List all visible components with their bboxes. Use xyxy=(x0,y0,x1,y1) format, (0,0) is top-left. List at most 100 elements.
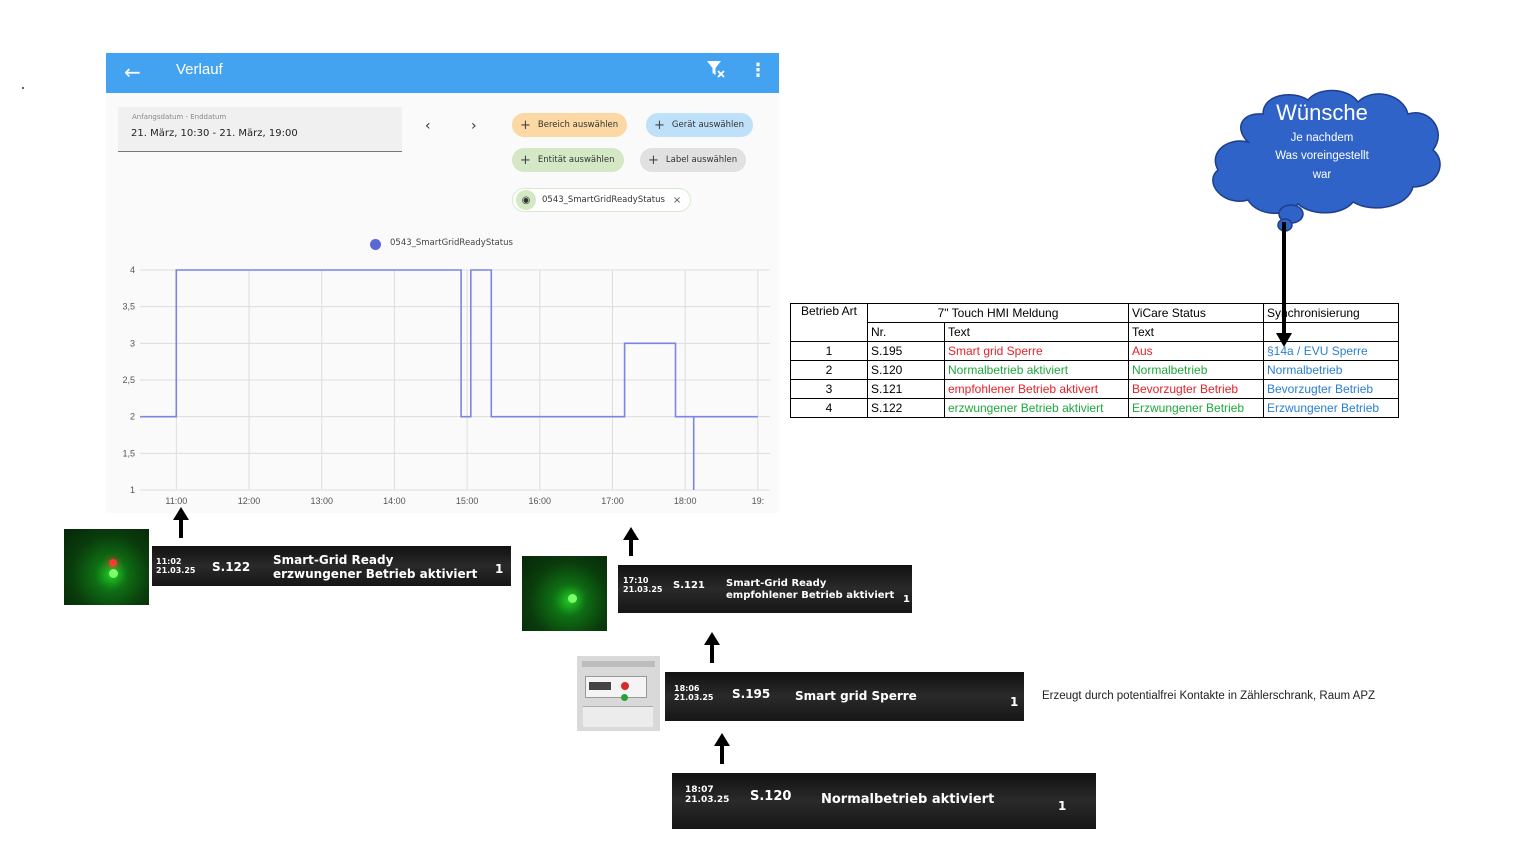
more-menu-icon[interactable]: ⋮ xyxy=(749,60,767,81)
table-header-sync: Synchronisierung xyxy=(1263,303,1399,323)
hmi-line-1: Smart-Grid Ready xyxy=(273,553,394,567)
led-photo-1 xyxy=(64,529,149,605)
x-tick-label: 19: xyxy=(752,496,765,506)
hmi-line-2: erzwungener Betrieb aktiviert xyxy=(273,567,478,581)
entity-chip[interactable]: ◉ 0543_SmartGridReadyStatus × xyxy=(512,188,692,212)
hmi-line-1: Smart-Grid Ready xyxy=(726,578,827,589)
next-period-icon[interactable]: › xyxy=(471,118,477,134)
hmi-date: 21.03.25 xyxy=(156,566,196,575)
table-row: 1 S.195 Smart grid Sperre Aus §14a / EVU… xyxy=(790,341,1399,361)
row-sync: Erzwungener Betrieb xyxy=(1263,398,1399,418)
y-tick-label: 1 xyxy=(130,485,135,495)
x-tick-label: 16:00 xyxy=(529,496,552,506)
row-sync: Normalbetrieb xyxy=(1263,360,1399,380)
history-window: ← Verlauf ⋮ Anfangsdatum - Enddatum 21. … xyxy=(106,53,779,513)
row-text: erzwungener Betrieb aktiviert xyxy=(944,398,1129,418)
select-entity-label: Entität auswählen xyxy=(537,155,615,165)
row-vicare: Erzwungener Betrieb xyxy=(1128,398,1264,418)
select-area-button[interactable]: + Bereich auswählen xyxy=(512,113,628,137)
entity-chip-label: 0543_SmartGridReadyStatus xyxy=(542,195,665,205)
arrow-up-17-line xyxy=(629,538,633,556)
plus-icon: + xyxy=(520,152,531,168)
arrow-up-s121-line xyxy=(710,643,714,663)
hmi-count: 1 xyxy=(903,594,910,605)
green-led xyxy=(109,569,118,578)
hmi-date: 21.03.25 xyxy=(623,585,663,594)
eye-icon: ◉ xyxy=(516,190,536,210)
back-arrow-icon[interactable]: ← xyxy=(124,60,141,84)
select-area-label: Bereich auswählen xyxy=(537,120,619,130)
hmi-time: 17:10 xyxy=(623,576,649,585)
hmi-message-3: 18:06 21.03.25 S.195 Smart grid Sperre 1 xyxy=(665,672,1024,721)
row-sync: §14a / EVU Sperre xyxy=(1263,341,1399,361)
table-header-vicare-text: Text xyxy=(1128,322,1264,342)
x-tick-label: 12:00 xyxy=(238,496,261,506)
legend-marker[interactable] xyxy=(370,239,381,250)
history-chart: 4 3,5 3 2,5 2 1,5 1 11:00 12:00 13:00 14:00 15:00 16… xyxy=(122,265,770,506)
y-tick-label: 3,5 xyxy=(122,302,135,312)
x-tick-label: 18:00 xyxy=(674,496,697,506)
x-tick-label: 11:00 xyxy=(165,496,187,506)
table-header-sync-empty xyxy=(1263,322,1399,342)
hmi-time: 18:06 xyxy=(674,684,700,693)
cloud-line-1: Je nachdem xyxy=(1290,132,1354,144)
row-nr: S.122 xyxy=(867,398,945,418)
row-nr: S.120 xyxy=(867,360,945,380)
date-range-field[interactable]: Anfangsdatum - Enddatum 21. März, 10:30 … xyxy=(118,107,402,152)
row-nr: S.195 xyxy=(867,341,945,361)
y-tick-label: 1,5 xyxy=(122,448,135,458)
prev-period-icon[interactable]: ‹ xyxy=(425,118,431,134)
table-header-vicare: ViCare Status xyxy=(1128,303,1264,323)
red-button xyxy=(621,682,629,690)
arrow-up-s195-line xyxy=(720,744,724,764)
plus-icon: + xyxy=(654,117,665,133)
app-bar: ← Verlauf ⋮ xyxy=(106,53,779,93)
plus-icon: + xyxy=(520,117,531,133)
row-text: Smart grid Sperre xyxy=(944,341,1129,361)
red-led xyxy=(109,559,117,567)
legend-label[interactable]: 0543_SmartGridReadyStatus xyxy=(390,238,513,248)
hmi-count: 1 xyxy=(1058,799,1067,813)
row-art: 1 xyxy=(790,341,868,361)
filter-clear-icon[interactable] xyxy=(706,59,726,84)
hmi-count: 1 xyxy=(1010,695,1019,709)
hmi-date: 21.03.25 xyxy=(685,795,730,805)
hmi-code: S.120 xyxy=(750,789,792,804)
led-photo-2 xyxy=(522,556,607,631)
hmi-date: 21.03.25 xyxy=(674,693,714,702)
hmi-code: S.121 xyxy=(673,580,705,591)
select-device-button[interactable]: + Gerät auswählen xyxy=(646,113,754,137)
arrow-up-11-line xyxy=(179,518,183,538)
row-art: 3 xyxy=(790,379,868,399)
y-tick-label: 2 xyxy=(130,412,135,422)
table-header-text: Text xyxy=(944,322,1129,342)
hmi-time: 11:02 xyxy=(156,557,182,566)
table-row: 3 S.121 empfohlener Betrieb aktivert Bev… xyxy=(790,379,1399,399)
select-label-button[interactable]: + Label auswählen xyxy=(640,148,747,172)
cloud-title: Wünsche xyxy=(1276,100,1368,125)
mode-table: Betrieb Art 7" Touch HMI Meldung ViCare … xyxy=(790,303,1399,418)
hmi-message-4: 18:07 21.03.25 S.120 Normalbetrieb aktivi… xyxy=(672,773,1096,829)
hmi-time: 18:07 xyxy=(685,785,714,795)
select-entity-button[interactable]: + Entität auswählen xyxy=(512,148,624,172)
row-text: empfohlener Betrieb aktivert xyxy=(944,379,1129,399)
note-text: Erzeugt durch potentialfrei Kontakte in … xyxy=(1042,690,1376,702)
row-vicare: Normalbetrieb xyxy=(1128,360,1264,380)
hmi-line-1: Normalbetrieb aktiviert xyxy=(821,792,995,807)
close-icon[interactable]: × xyxy=(673,195,681,206)
select-device-label: Gerät auswählen xyxy=(671,120,745,130)
green-button xyxy=(621,694,628,701)
hmi-code: S.122 xyxy=(212,560,251,574)
row-vicare: Bevorzugter Betrieb xyxy=(1128,379,1264,399)
row-nr: S.121 xyxy=(867,379,945,399)
table-row: 2 S.120 Normalbetrieb aktiviert Normalbe… xyxy=(790,360,1399,380)
plus-icon: + xyxy=(648,152,659,168)
table-header-hmi: 7" Touch HMI Meldung xyxy=(867,303,1129,323)
row-art: 4 xyxy=(790,398,868,418)
table-header-art: Betrieb Art xyxy=(790,303,868,342)
y-tick-label: 4 xyxy=(130,265,135,275)
x-tick-label: 13:00 xyxy=(310,496,333,506)
hmi-line-1: Smart grid Sperre xyxy=(795,689,917,703)
date-range-value: 21. März, 10:30 - 21. März, 19:00 xyxy=(131,128,298,139)
hmi-message-2: 17:10 21.03.25 S.121 Smart-Grid Ready empf… xyxy=(618,565,912,613)
